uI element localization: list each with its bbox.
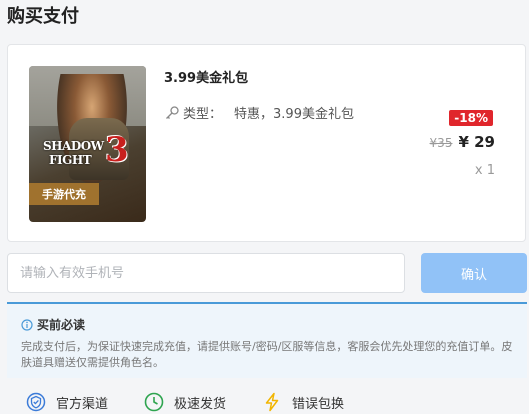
notice-header: 买前必读 — [21, 316, 515, 333]
feature-label: 极速发货 — [174, 396, 227, 412]
feature-label: 官方渠道 — [56, 396, 109, 412]
product-type-label: 类型： — [183, 107, 223, 122]
clock-icon — [144, 392, 164, 412]
game-logo-line2: FIGHT — [49, 153, 92, 167]
feature-official-channel: 官方渠道 — [26, 392, 108, 412]
confirm-button[interactable]: 确认 — [421, 253, 527, 293]
game-logo-number: 3 — [105, 130, 129, 170]
feature-label: 错误包换 — [292, 396, 345, 412]
product-name: 3.99美金礼包 — [164, 71, 249, 86]
product-type-value: 特惠，3.99美金礼包 — [234, 107, 354, 122]
phone-input[interactable] — [7, 253, 405, 293]
lightning-icon — [265, 392, 279, 412]
discount-badge: -18% — [449, 110, 493, 126]
original-price: ¥35 — [429, 136, 453, 150]
key-icon — [166, 105, 179, 119]
quantity: x 1 — [474, 163, 495, 178]
feature-fast-delivery: 极速发货 — [144, 392, 226, 412]
recharge-tag: 手游代充 — [29, 183, 99, 205]
purchase-notice: 买前必读 完成支付后，为保证快速完成充值，请提供账号/密码/区服等信息，客服会优… — [7, 302, 527, 378]
info-icon — [21, 318, 33, 331]
page-title: 购买支付 — [7, 6, 79, 27]
product-card: SHADOW FIGHT 3 手游代充 3.99美金礼包 类型： 特惠，3.99… — [7, 44, 526, 242]
game-logo-line1: SHADOW — [43, 139, 104, 153]
product-type-row: 类型： 特惠，3.99美金礼包 — [164, 103, 354, 122]
shield-badge-icon — [26, 392, 46, 412]
product-image: SHADOW FIGHT 3 手游代充 — [29, 66, 146, 222]
price-row: ¥35 ¥ 29 — [430, 133, 495, 151]
notice-title: 买前必读 — [37, 318, 86, 332]
feature-error-replace: 错误包换 — [262, 392, 344, 412]
features-bar: 官方渠道 极速发货 错误包换 — [26, 392, 380, 412]
notice-text: 完成支付后，为保证快速完成充值，请提供账号/密码/区服等信息，客服会优先处理您的… — [21, 340, 513, 369]
current-price: ¥ 29 — [458, 133, 495, 151]
